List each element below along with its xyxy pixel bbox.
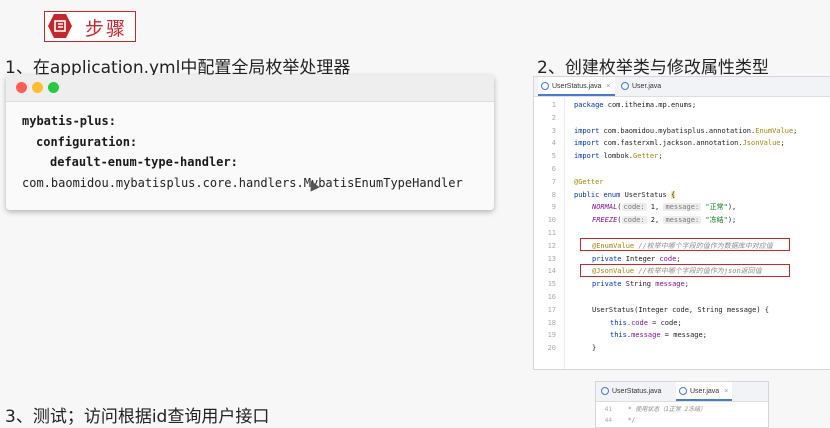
- line-number: 2: [551, 113, 556, 122]
- yaml-line: default-enum-type-handler:: [50, 155, 238, 169]
- code-line: NORMAL(code: 1, message: "正常"),: [592, 203, 737, 212]
- java-class-icon: [621, 82, 629, 90]
- tab-label: UserStatus.java: [612, 388, 662, 395]
- ide-editor: UserStatus.java × User.java 1 2 3 4 5 6 7…: [533, 76, 830, 370]
- line-number: 12: [547, 241, 556, 250]
- line-number: 9: [551, 203, 556, 212]
- code-line: package com.itheima.mp.enums;: [574, 101, 697, 109]
- line-number: 20: [547, 344, 556, 353]
- code-line: }: [592, 344, 597, 353]
- close-icon[interactable]: ×: [724, 388, 728, 395]
- tab-user-java[interactable]: User.java: [618, 77, 665, 96]
- code-line: this.message = message;: [610, 331, 707, 340]
- list-icon: [48, 14, 72, 38]
- tab-userstatus-java[interactable]: UserStatus.java ×: [538, 77, 615, 96]
- step-title: 步骤: [85, 18, 128, 40]
- line-number: 5: [551, 152, 556, 161]
- line-number: 6: [551, 165, 556, 173]
- code-line: private String message;: [592, 280, 689, 289]
- code-line: @JsonValue //枚举中哪个字段的值作为json返回值: [592, 267, 762, 276]
- maximize-dot-icon: [48, 82, 59, 93]
- editor-tabs: UserStatus.java × User.java: [534, 77, 830, 97]
- tab-label: User.java: [690, 388, 720, 395]
- java-class-icon: [541, 82, 549, 90]
- tab-userstatus-java[interactable]: UserStatus.java: [598, 382, 665, 401]
- window-titlebar: [6, 75, 494, 102]
- line-number: 16: [547, 293, 556, 301]
- yaml-code: mybatis-plus: configuration: default-enu…: [6, 111, 463, 193]
- code-line: import com.fasterxml.jackson.annotation.…: [574, 139, 785, 148]
- line-number: 41: [604, 406, 612, 413]
- tab-user-java[interactable]: User.java ×: [676, 382, 733, 401]
- yaml-code-card: mybatis-plus: configuration: default-enu…: [6, 75, 494, 210]
- line-number: 7: [551, 177, 556, 186]
- line-number: 3: [551, 126, 556, 135]
- code-line: */: [628, 417, 636, 424]
- line-number: 13: [547, 254, 556, 263]
- editor-tabs: UserStatus.java User.java ×: [596, 382, 768, 402]
- code-line: import lombok.Getter;: [574, 152, 663, 161]
- line-number: 4: [551, 139, 556, 148]
- code-line: @EnumValue //枚举中哪个字段的值作为数据库中对应值: [592, 241, 773, 250]
- line-number: 44: [604, 417, 612, 424]
- section2-heading: 2、创建枚举类与修改属性类型: [537, 58, 769, 78]
- line-number: 15: [547, 280, 556, 289]
- line-number: 17: [547, 305, 556, 314]
- yaml-line: mybatis-plus:: [22, 114, 116, 128]
- minimize-dot-icon: [32, 82, 43, 93]
- code-line: @Getter: [574, 177, 604, 186]
- line-number: 18: [547, 318, 556, 327]
- close-icon[interactable]: ×: [606, 83, 610, 90]
- line-number: 1: [551, 101, 556, 109]
- close-dot-icon: [16, 82, 27, 93]
- line-number: 14: [547, 267, 556, 276]
- code-line: this.code = code;: [610, 318, 682, 327]
- code-line: * 使用状态（1正常 2冻结）: [628, 406, 707, 413]
- line-number: 19: [547, 331, 556, 340]
- tab-label: UserStatus.java: [552, 83, 602, 90]
- code-line: FREEZE(code: 2, message: "冻结");: [592, 216, 737, 225]
- code-line: import com.baomidou.mybatisplus.annotati…: [574, 126, 798, 135]
- code-line: UserStatus(Integer code, String message)…: [592, 305, 770, 314]
- gutter-divider: [564, 96, 565, 369]
- line-number: 11: [547, 229, 556, 237]
- line-number: 8: [551, 190, 556, 199]
- java-class-icon: [679, 387, 687, 395]
- step-title-badge: 步骤: [44, 11, 136, 42]
- java-class-icon: [601, 387, 609, 395]
- ide-editor-preview: UserStatus.java User.java × 41 * 使用状态（1正常…: [595, 381, 769, 428]
- line-number: 10: [547, 216, 556, 225]
- tab-label: User.java: [632, 83, 662, 90]
- section3-heading: 3、测试；访问根据id查询用户接口: [5, 407, 270, 427]
- yaml-line: configuration:: [36, 134, 138, 149]
- code-line: public enum UserStatus {: [574, 190, 676, 199]
- yaml-line: com.baomidou.mybatisplus.core.handlers.M…: [22, 175, 463, 190]
